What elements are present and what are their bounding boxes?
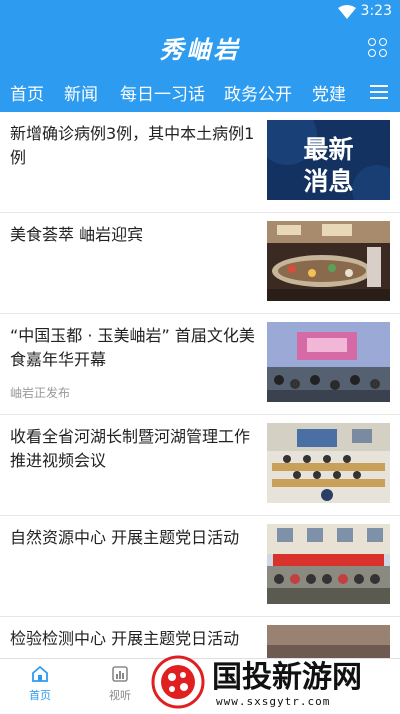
tab-party[interactable]: 党建 [312,80,346,105]
channel-tabs: 首页 新闻 每日一习话 政务公开 党建 [0,78,400,115]
home-icon [32,665,48,682]
news-item[interactable]: 新增确诊病例3例，其中本土病例1例 最新 消息 [0,112,400,213]
news-item[interactable]: 自然资源中心 开展主题党日活动 [0,516,400,617]
news-title: 检验检测中心 开展主题党日活动 [10,629,240,648]
news-title: “中国玉都 · 玉美岫岩” 首届文化美食嘉年华开幕 [10,326,255,369]
news-thumbnail: 最新 消息 [267,120,390,200]
bottom-tab-label: 首页 [29,689,51,702]
tab-home[interactable]: 首页 [10,80,44,105]
news-title: 美食荟萃 岫岩迎宾 [10,225,144,244]
bottom-tab-home[interactable]: 首页 [10,665,70,703]
thumb-headline-bottom: 消息 [303,167,353,196]
news-thumbnail [267,524,390,604]
news-list: 新增确诊病例3例，其中本土病例1例 最新 消息 美食荟萃 岫岩迎宾 “中国玉都 … [0,112,400,658]
news-thumbnail [267,221,390,301]
watermark-title: 国投新游网 [212,660,362,695]
news-source: 岫岩正发布 [10,386,71,400]
news-item[interactable]: 美食荟萃 岫岩迎宾 [0,213,400,314]
tab-government[interactable]: 政务公开 [224,80,292,105]
news-item[interactable]: 收看全省河湖长制暨河湖管理工作推进视频会议 [0,415,400,516]
watermark-url: www.sxsgytr.com [216,695,330,708]
bottom-tab-media[interactable]: 视听 [90,665,150,703]
news-title: 自然资源中心 开展主题党日活动 [10,528,240,547]
more-channels-icon[interactable] [370,84,388,100]
bottom-tab-label: 视听 [109,689,131,702]
news-title: 新增确诊病例3例，其中本土病例1例 [10,124,255,167]
thumb-headline-top: 最新 [303,135,353,164]
wifi-icon [338,5,356,19]
status-time: 3:23 [360,3,392,19]
grid-menu-icon[interactable] [368,38,388,58]
tab-daily-quote[interactable]: 每日一习话 [120,80,205,105]
news-thumbnail [267,322,390,402]
site-watermark: 国投新游网 www.sxsgytr.com [150,652,400,710]
app-header: 3:23 秀岫岩 首页 新闻 每日一习话 政务公开 党建 [0,0,400,115]
news-title: 收看全省河湖长制暨河湖管理工作推进视频会议 [10,427,251,470]
status-bar: 3:23 [0,0,400,24]
video-chart-icon [112,666,128,682]
tab-news[interactable]: 新闻 [64,80,98,115]
news-thumbnail [267,423,390,503]
app-title: 秀岫岩 [159,35,241,64]
news-item[interactable]: “中国玉都 · 玉美岫岩” 首届文化美食嘉年华开幕 岫岩正发布 [0,314,400,415]
